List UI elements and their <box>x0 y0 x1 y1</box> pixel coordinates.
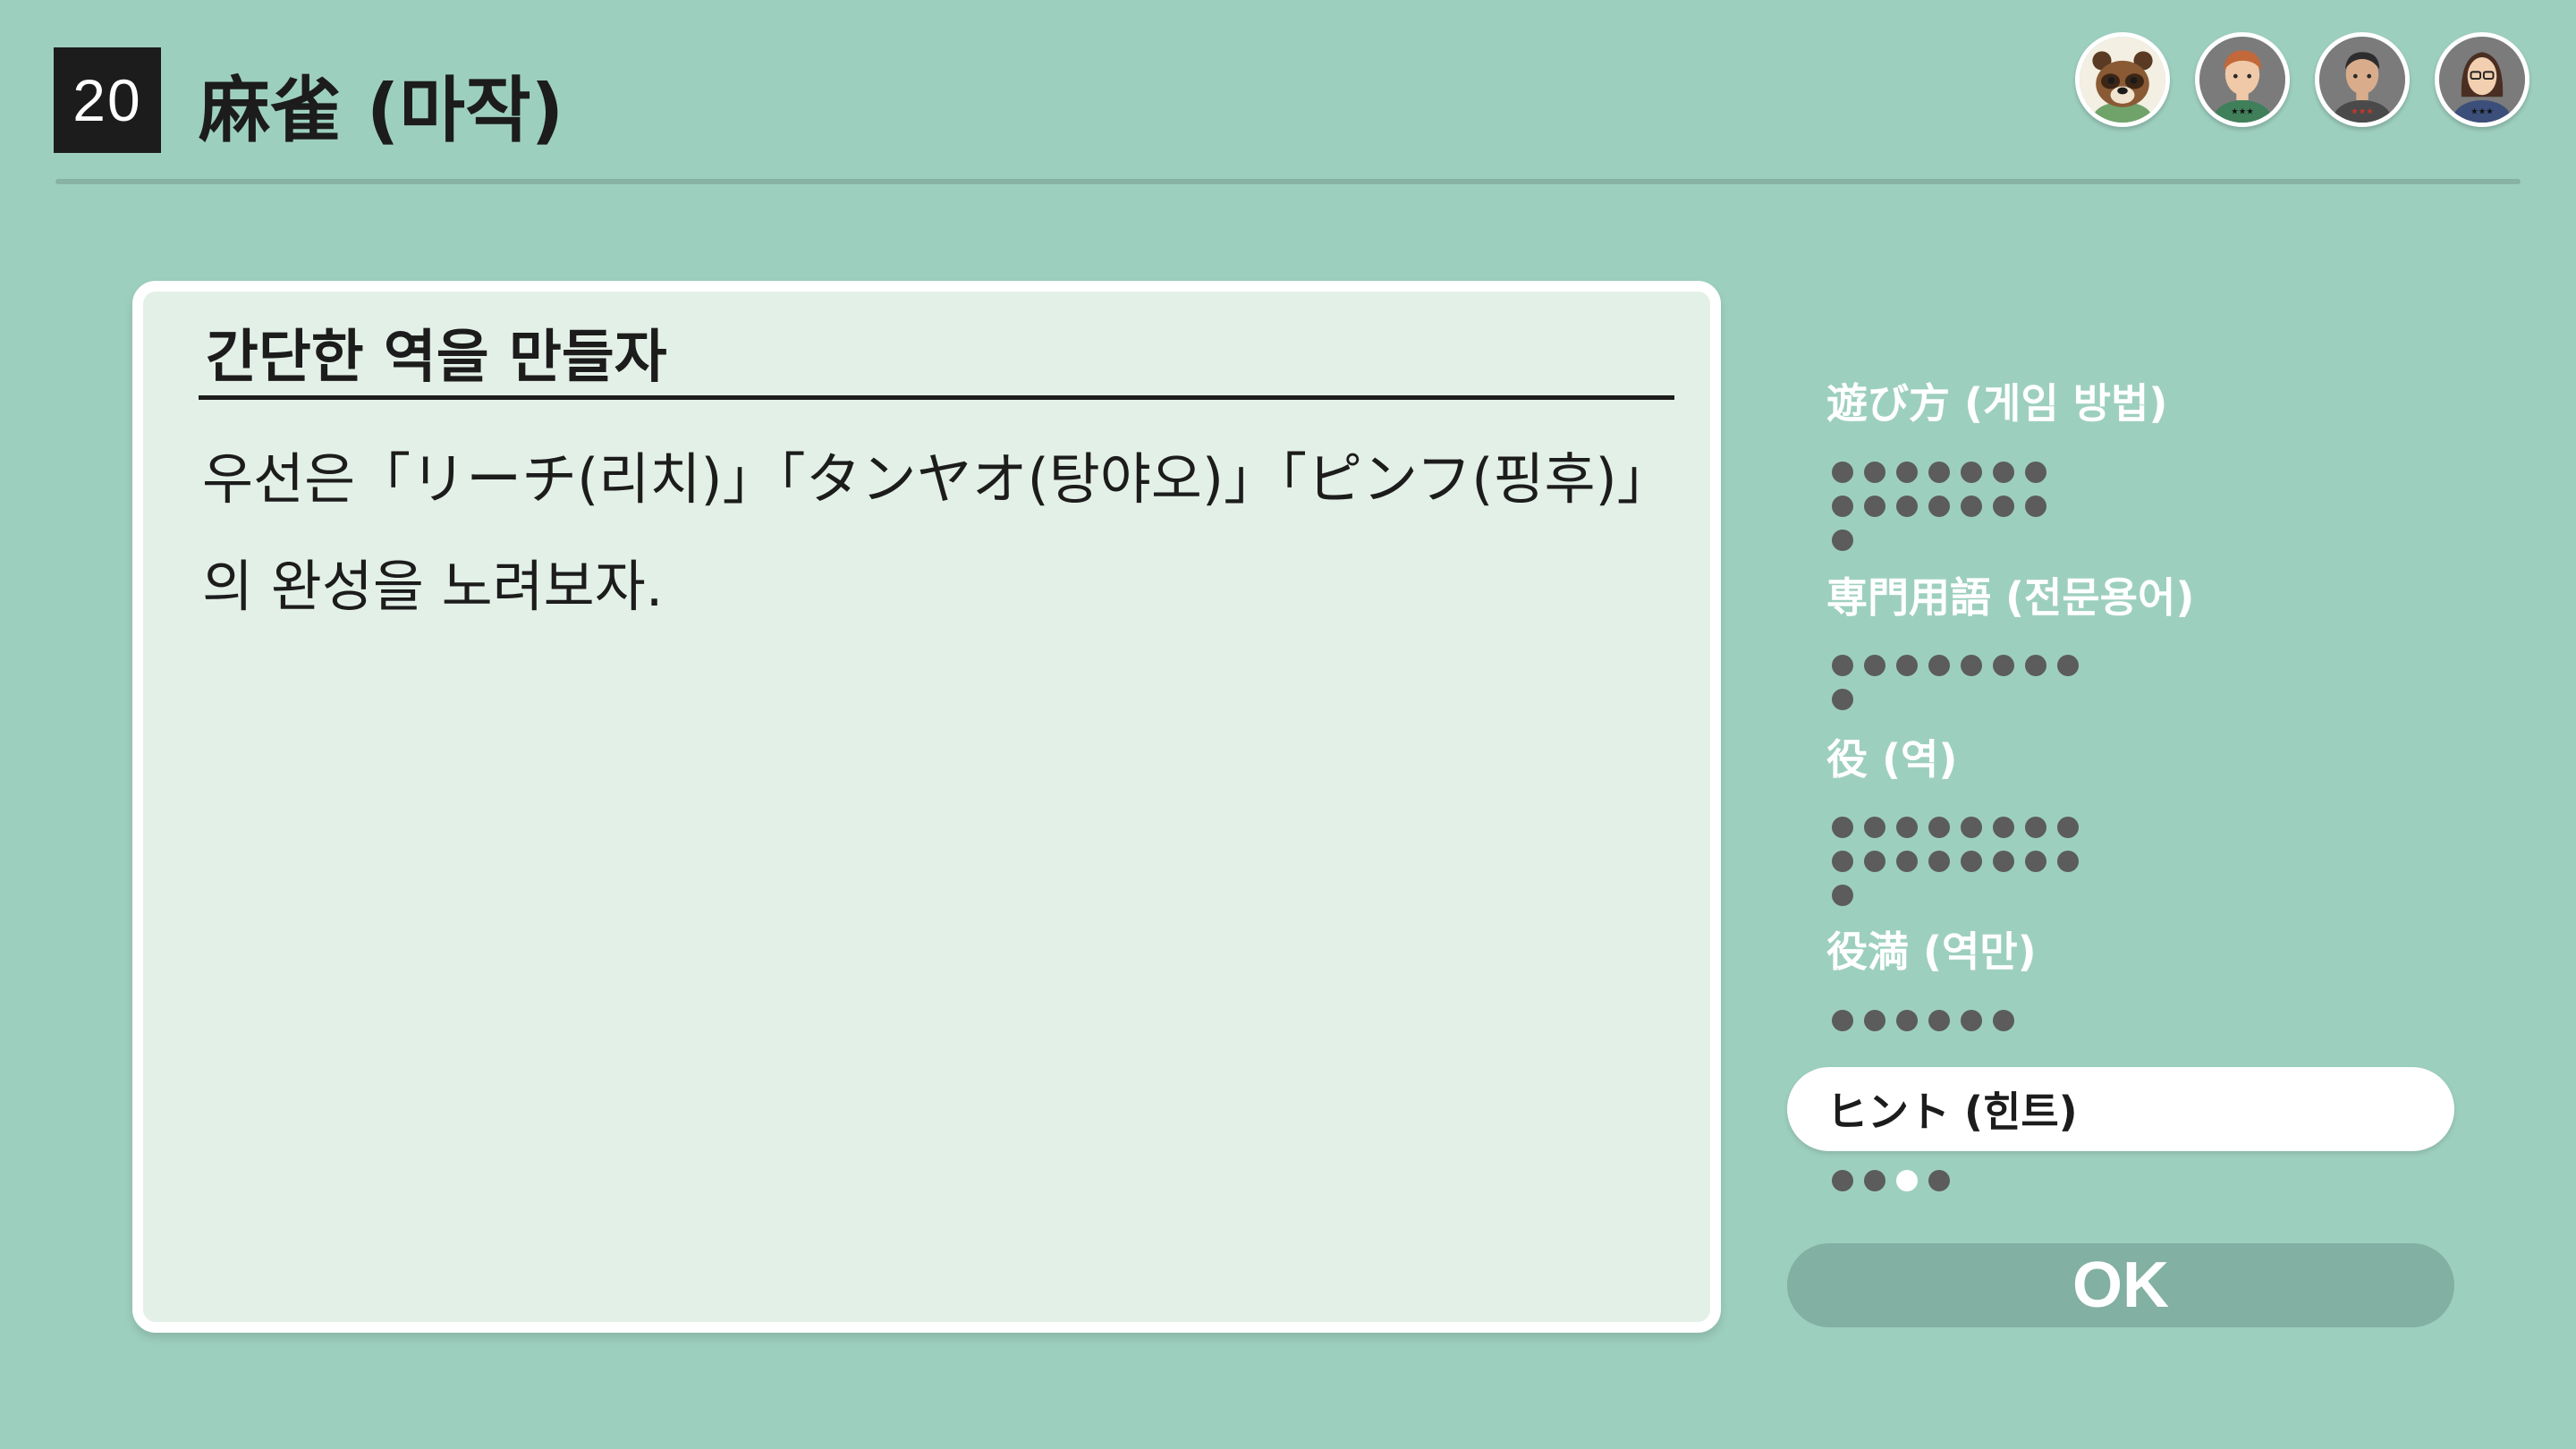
page-dot <box>1832 885 1853 906</box>
page-dots <box>1832 1010 2073 1031</box>
page-dot-current <box>1896 1170 1918 1191</box>
page-dot <box>1961 817 1982 838</box>
page-dot <box>1993 1010 2014 1031</box>
page-dot <box>1896 1010 1918 1031</box>
page-dot <box>2057 655 2079 676</box>
page-dot <box>2025 817 2046 838</box>
page-dot <box>1832 689 1853 710</box>
page-dot <box>1961 655 1982 676</box>
title-underline <box>199 395 1674 400</box>
page-dot <box>1864 496 1885 517</box>
page-dots <box>1832 462 2073 551</box>
page-dots <box>1832 817 2109 906</box>
menu-item-terminology[interactable]: 専門用語 (전문용어) <box>1826 564 2194 626</box>
page-dot <box>1961 496 1982 517</box>
page-dot <box>1864 851 1885 872</box>
page-dot <box>2025 496 2046 517</box>
page-dot <box>1928 817 1950 838</box>
svg-text:★★★: ★★★ <box>2470 106 2494 116</box>
page-dot <box>2025 462 2046 483</box>
page-dot <box>1832 462 1853 483</box>
page-dot <box>1928 655 1950 676</box>
game-number-badge: 20 <box>54 47 161 153</box>
menu-item-hint-label: ヒント (힌트) <box>1826 1088 2078 1136</box>
page-dot <box>2025 655 2046 676</box>
menu-item-yakuman[interactable]: 役満 (역만) <box>1826 918 2037 980</box>
page-dot <box>1993 655 2014 676</box>
page-dot <box>1896 655 1918 676</box>
hint-panel: 간단한 역을 만들자 우선은「リーチ(리치)」「タンヤオ(탕야오)」「ピンフ(핑… <box>132 281 1721 1333</box>
page-dot <box>1896 851 1918 872</box>
page-dot <box>1993 851 2014 872</box>
page-dot <box>1896 817 1918 838</box>
page-dot <box>2057 851 2079 872</box>
page-dots <box>1832 1170 2073 1191</box>
ok-button[interactable]: OK <box>1787 1243 2454 1327</box>
hint-body-line: 의 완성을 노려보자. <box>202 554 664 619</box>
menu-item-hint[interactable]: ヒント (힌트) <box>1787 1067 2454 1151</box>
page-dot <box>1864 462 1885 483</box>
page-dot <box>1864 1170 1885 1191</box>
page-dot <box>1864 655 1885 676</box>
page-dot <box>1928 851 1950 872</box>
page-dot <box>1928 496 1950 517</box>
page-dot <box>1993 817 2014 838</box>
page-dot <box>1993 496 2014 517</box>
menu-item-yaku[interactable]: 役 (역) <box>1826 725 1957 788</box>
page-dot <box>2057 817 2079 838</box>
page-dot <box>2025 851 2046 872</box>
rules-menu: 遊び方 (게임 방법) 専門用語 (전문용어) 役 (역) 役満 (역만) ヒン… <box>1787 0 2458 1449</box>
page-dot <box>1832 530 1853 551</box>
page-dots <box>1832 655 2109 710</box>
menu-item-how-to-play[interactable]: 遊び方 (게임 방법) <box>1826 369 2167 432</box>
page-dot <box>1993 462 2014 483</box>
page-dot <box>1832 1170 1853 1191</box>
page-dot <box>1928 462 1950 483</box>
hint-body: 우선은「リーチ(리치)」「タンヤオ(탕야오)」「ピンフ(핑후)」 의 완성을 노… <box>202 426 1673 640</box>
page-dot <box>1928 1170 1950 1191</box>
page-dot <box>1961 1010 1982 1031</box>
page-dot <box>1961 851 1982 872</box>
hint-body-line: 우선은「リーチ(리치)」「タンヤオ(탕야오)」「ピンフ(핑후)」 <box>202 446 1673 512</box>
page-dot <box>1832 655 1853 676</box>
page-dot <box>1961 462 1982 483</box>
page-dot <box>1896 496 1918 517</box>
page-dot <box>1864 817 1885 838</box>
page-dot <box>1832 817 1853 838</box>
hint-title: 간단한 역을 만들자 <box>206 325 667 391</box>
page-dot <box>1832 1010 1853 1031</box>
game-title: 麻雀 (마작) <box>199 69 564 152</box>
page-dot <box>1864 1010 1885 1031</box>
page-dot <box>1832 851 1853 872</box>
page-dot <box>1928 1010 1950 1031</box>
page-dot <box>1896 462 1918 483</box>
page-dot <box>1832 496 1853 517</box>
